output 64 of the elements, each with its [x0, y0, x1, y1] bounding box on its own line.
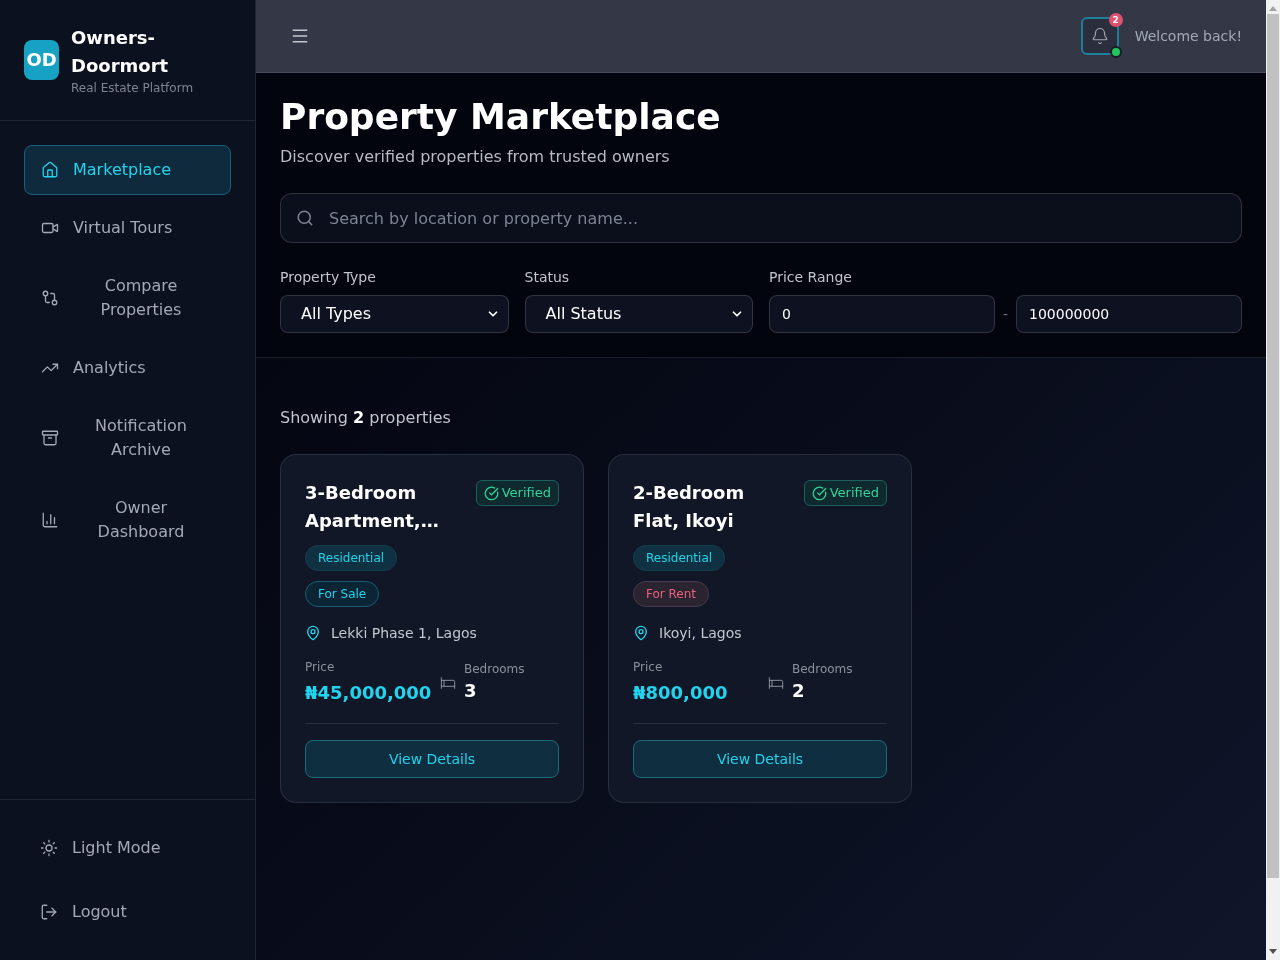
- compare-arrows-icon: [41, 289, 59, 307]
- sidebar-nav-item[interactable]: Owner Dashboard: [24, 483, 231, 557]
- page-subtitle: Discover verified properties from trusted owners: [280, 146, 670, 168]
- property-location: Lekki Phase 1, Lagos: [331, 624, 477, 643]
- bedrooms-count: 2: [792, 679, 805, 703]
- map-pin-icon: [305, 625, 321, 641]
- dropdown-select[interactable]: All Types: [280, 295, 509, 333]
- sidebar-nav-item[interactable]: Marketplace: [24, 145, 231, 195]
- bedrooms-label: Bedrooms: [464, 661, 525, 677]
- view-details-button[interactable]: View Details: [633, 740, 887, 778]
- results-count: Showing 2 properties: [280, 408, 451, 427]
- price-label: Price: [633, 659, 663, 675]
- welcome-text: Welcome back!: [1134, 27, 1242, 46]
- search-icon: [296, 209, 314, 227]
- house-icon: [41, 161, 59, 179]
- listing-status-tag: For Rent: [633, 581, 710, 607]
- sidebar-nav-item[interactable]: Notification Archive: [24, 401, 231, 475]
- brand-name: Owners-Doormort: [71, 26, 170, 78]
- archive-box-icon: [41, 429, 59, 447]
- category-tag: Residential: [305, 545, 398, 571]
- menu-icon: [290, 26, 310, 46]
- scroll-down-arrow-icon: [1269, 949, 1277, 954]
- sidebar-footer-item[interactable]: Logout: [24, 888, 231, 936]
- range-separator: -: [1002, 305, 1009, 324]
- scrollbar-thumb[interactable]: [1267, 14, 1279, 878]
- listing-status-tag: For Sale: [305, 581, 380, 607]
- property-location: Ikoyi, Lagos: [659, 624, 742, 643]
- filter-label: Property Type: [280, 268, 376, 287]
- page-title: Property Marketplace: [280, 97, 721, 137]
- bedrooms-count: 3: [464, 679, 477, 703]
- price-label: Price: [305, 659, 335, 675]
- sun-icon: [40, 839, 58, 857]
- price-min-input[interactable]: 0: [769, 295, 995, 333]
- sidebar-nav-item[interactable]: Analytics: [24, 343, 231, 393]
- bar-chart-icon: [41, 511, 59, 529]
- scrollbar[interactable]: [1266, 0, 1280, 960]
- property-price: ₦800,000: [633, 681, 728, 705]
- bedrooms-label: Bedrooms: [792, 661, 853, 677]
- property-price: ₦45,000,000: [305, 681, 432, 705]
- category-tag: Residential: [633, 545, 726, 571]
- sidebar-nav-item[interactable]: Compare Properties: [24, 261, 231, 335]
- bed-icon: [440, 675, 456, 691]
- scroll-up-arrow-icon: [1269, 6, 1277, 11]
- property-title: 2-Bedroom Flat, Ikoyi: [633, 481, 746, 533]
- sidebar-footer-item[interactable]: Light Mode: [24, 824, 231, 872]
- brand-logo: OD: [24, 40, 59, 80]
- view-details-button[interactable]: View Details: [305, 740, 559, 778]
- map-pin-icon: [633, 625, 649, 641]
- brand-tagline: Real Estate Platform: [71, 80, 194, 96]
- verified-label: Verified: [501, 484, 551, 503]
- check-circle-icon: [483, 485, 499, 501]
- notification-count: 2: [1108, 13, 1123, 27]
- logout-icon: [40, 903, 58, 921]
- filter-label: Status: [524, 268, 570, 287]
- filter-label: Price Range: [769, 268, 852, 287]
- sidebar-nav-item[interactable]: Virtual Tours: [24, 203, 231, 253]
- dropdown-select[interactable]: All Status: [524, 295, 753, 333]
- bed-icon: [768, 675, 784, 691]
- property-title: 3-Bedroom Apartment,…: [305, 481, 440, 533]
- search-field[interactable]: Search by location or property name...: [280, 193, 1242, 243]
- verified-label: Verified: [829, 484, 879, 503]
- price-max-input[interactable]: 100000000: [1016, 295, 1242, 333]
- check-circle-icon: [811, 485, 827, 501]
- bell-icon: [1090, 27, 1109, 45]
